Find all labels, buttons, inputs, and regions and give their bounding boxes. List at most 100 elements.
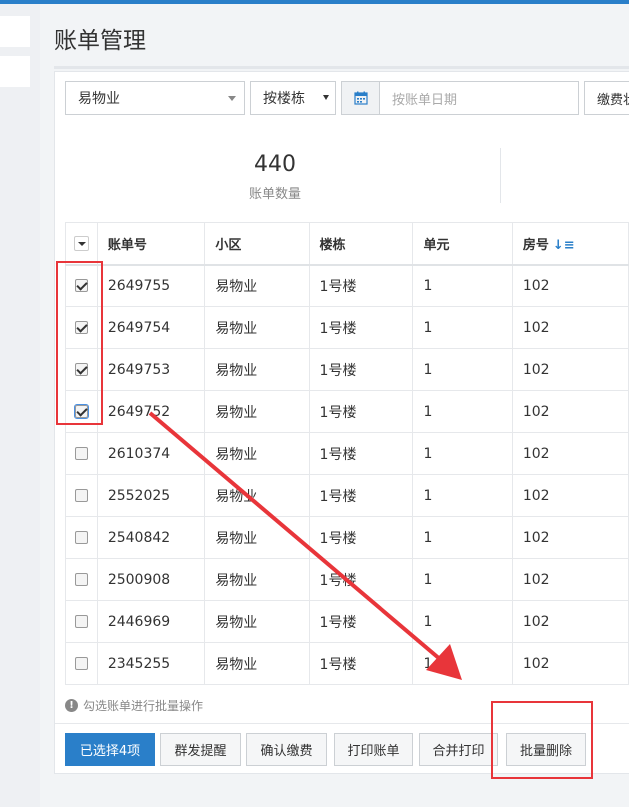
row-select-cell: [65, 306, 98, 349]
selected-count-button[interactable]: 已选择4项: [65, 733, 155, 766]
bill-id-cell: 2649754: [96, 306, 206, 349]
action-divider: [55, 723, 629, 724]
row-checkbox[interactable]: [74, 531, 88, 544]
community-cell: 易物业: [204, 474, 310, 517]
bill-id-cell: 2345255: [96, 642, 206, 685]
community-cell: 易物业: [204, 558, 310, 601]
row-select-cell: [65, 348, 98, 391]
community-cell: 易物业: [204, 642, 310, 685]
bill-id-cell: 2610374: [96, 432, 206, 475]
calendar-icon[interactable]: [342, 82, 380, 114]
building-select[interactable]: 按楼栋: [250, 81, 336, 115]
payment-status-value: 缴费状: [597, 92, 629, 108]
row-checkbox[interactable]: [74, 573, 88, 586]
room-cell: 102: [511, 306, 629, 349]
print-bill-button[interactable]: 打印账单: [334, 733, 413, 766]
sidebar-item[interactable]: [0, 56, 30, 87]
bill-table: 账单号 小区 楼栋 单元 房号 ↓≡ 2649755 易物业 1号楼 1 102 26497…: [65, 222, 629, 685]
bill-id-cell: 2500908: [96, 558, 206, 601]
row-select-cell: [65, 390, 98, 433]
room-cell: 102: [511, 432, 629, 475]
table-row[interactable]: 2649755 易物业 1号楼 1 102: [65, 264, 629, 307]
community-cell: 易物业: [204, 600, 310, 643]
select-all-dropdown[interactable]: [65, 222, 98, 266]
building-cell: 1号楼: [308, 642, 414, 685]
community-cell: 易物业: [204, 306, 310, 349]
table-row[interactable]: 2552025 易物业 1号楼 1 102: [65, 474, 629, 517]
row-checkbox[interactable]: [74, 489, 88, 502]
batch-delete-button[interactable]: 批量删除: [506, 733, 586, 766]
row-checkbox[interactable]: [74, 279, 88, 293]
row-checkbox[interactable]: [74, 321, 88, 334]
row-select-cell: [65, 264, 98, 307]
community-select-value: 易物业: [78, 91, 120, 107]
bill-date-placeholder: 按账单日期: [392, 92, 458, 108]
room-cell: 102: [511, 516, 629, 559]
row-select-cell: [65, 600, 98, 643]
bill-count-label: 账单数量: [248, 187, 301, 202]
bill-id-cell: 2649752: [96, 390, 206, 433]
caret-down-icon: [228, 96, 236, 101]
main-content: 账单管理 易物业 按楼栋 按账单日期 缴费 440 账单数量 账单号 小区 楼栋…: [40, 4, 629, 807]
column-header-bill-id: 账单号: [96, 222, 206, 266]
table-row[interactable]: 2649754 易物业 1号楼 1 102: [65, 306, 629, 349]
bill-id-cell: 2552025: [96, 474, 206, 517]
unit-cell: 1: [412, 516, 513, 559]
table-row[interactable]: 2446969 易物业 1号楼 1 102: [65, 600, 629, 643]
unit-cell: 1: [412, 264, 513, 307]
row-checkbox[interactable]: [74, 363, 88, 376]
community-select[interactable]: 易物业: [65, 81, 245, 115]
building-cell: 1号楼: [308, 306, 414, 349]
bill-panel: 易物业 按楼栋 按账单日期 缴费状 440 账单数量: [54, 71, 629, 774]
row-select-cell: [65, 558, 98, 601]
table-row[interactable]: 2500908 易物业 1号楼 1 102: [65, 558, 629, 601]
unit-cell: 1: [412, 600, 513, 643]
column-header-room[interactable]: 房号 ↓≡: [511, 222, 629, 266]
stat-divider: [500, 148, 501, 203]
sort-desc-icon[interactable]: ↓≡: [553, 238, 575, 253]
building-select-value: 按楼栋: [263, 91, 305, 107]
community-cell: 易物业: [204, 348, 310, 391]
room-cell: 102: [511, 474, 629, 517]
row-checkbox[interactable]: [73, 404, 89, 419]
chevron-down-icon[interactable]: [73, 235, 89, 251]
table-row[interactable]: 2345255 易物业 1号楼 1 102: [65, 642, 629, 685]
building-cell: 1号楼: [308, 474, 414, 517]
bill-id-cell: 2649753: [96, 348, 206, 391]
unit-cell: 1: [412, 306, 513, 349]
row-checkbox[interactable]: [74, 615, 88, 628]
unit-cell: 1: [412, 642, 513, 685]
building-cell: 1号楼: [308, 600, 414, 643]
bill-date-input[interactable]: 按账单日期: [341, 81, 579, 115]
sidebar-item[interactable]: [0, 16, 30, 47]
info-icon: !: [65, 699, 78, 712]
title-divider: [54, 66, 629, 69]
caret-down-icon: [323, 95, 329, 100]
row-checkbox[interactable]: [74, 447, 88, 460]
table-row[interactable]: 2540842 易物业 1号楼 1 102: [65, 516, 629, 559]
bill-count-value: 440: [254, 152, 296, 177]
table-header-row: 账单号 小区 楼栋 单元 房号 ↓≡: [65, 222, 629, 266]
batch-hint-text: 勾选账单进行批量操作: [83, 699, 204, 713]
payment-status-select[interactable]: 缴费状: [584, 81, 629, 115]
bulk-remind-button[interactable]: 群发提醒: [160, 733, 241, 766]
room-cell: 102: [511, 558, 629, 601]
bill-id-cell: 2649755: [96, 264, 206, 307]
column-header-unit: 单元: [412, 222, 513, 266]
page-title: 账单管理: [54, 28, 146, 54]
bill-id-cell: 2446969: [96, 600, 206, 643]
room-cell: 102: [511, 600, 629, 643]
unit-cell: 1: [412, 474, 513, 517]
row-checkbox[interactable]: [74, 657, 88, 670]
building-cell: 1号楼: [308, 264, 414, 307]
confirm-payment-button[interactable]: 确认缴费: [246, 733, 327, 766]
building-cell: 1号楼: [308, 390, 414, 433]
unit-cell: 1: [412, 390, 513, 433]
table-row[interactable]: 2649753 易物业 1号楼 1 102: [65, 348, 629, 391]
table-row[interactable]: 2649752 易物业 1号楼 1 102: [65, 390, 629, 433]
table-row[interactable]: 2610374 易物业 1号楼 1 102: [65, 432, 629, 475]
bill-id-cell: 2540842: [96, 516, 206, 559]
building-cell: 1号楼: [308, 558, 414, 601]
room-cell: 102: [511, 348, 629, 391]
merge-print-button[interactable]: 合并打印: [419, 733, 498, 766]
